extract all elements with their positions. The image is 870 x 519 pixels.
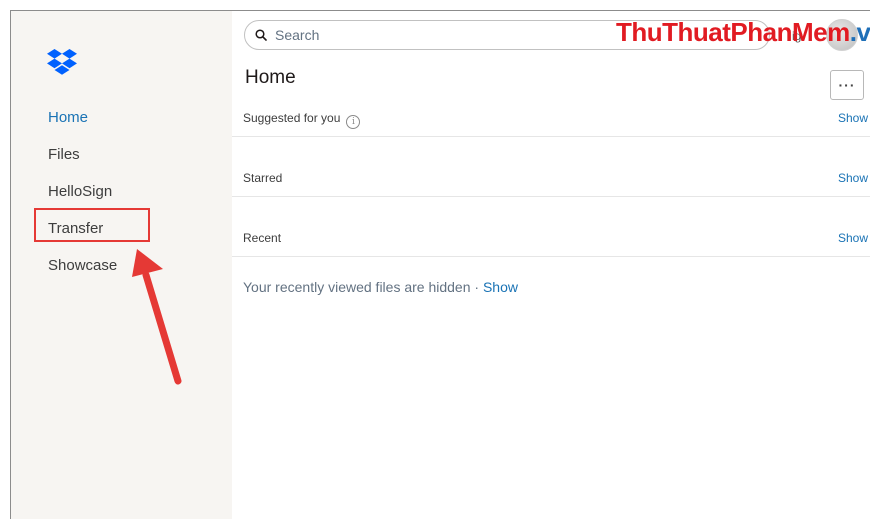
section-suggested-label: Suggested for you i [243,111,361,129]
watermark: ThuThuatPhanMem.vn [616,17,870,47]
sidebar-item-showcase[interactable]: Showcase [48,257,117,274]
more-options-button[interactable]: ··· [830,70,864,100]
recent-hidden-message: Your recently viewed files are hidden · … [243,279,518,295]
recent-files-show-link[interactable]: Show [483,279,518,295]
divider [232,136,870,137]
dropbox-logo-icon[interactable] [47,49,77,75]
info-icon[interactable]: i [346,115,361,129]
suggested-show-link[interactable]: Show [838,111,868,125]
divider [232,256,870,257]
main-content: Search ig ThuThuatPhanMem.vn Home ··· Su… [232,11,870,519]
sidebar: Home Files HelloSign Transfer Showcase [11,11,232,519]
transfer-highlight-box [34,208,150,242]
red-arrow-annotation [132,249,182,385]
sidebar-item-home[interactable]: Home [48,109,88,126]
section-recent-label: Recent [243,231,282,245]
search-placeholder: Search [275,27,320,43]
search-icon [255,29,267,41]
divider [232,196,870,197]
recent-show-link[interactable]: Show [838,231,868,245]
sidebar-item-hellosign[interactable]: HelloSign [48,183,112,200]
section-starred-label: Starred [243,171,283,185]
starred-show-link[interactable]: Show [838,171,868,185]
page-title: Home [245,67,296,88]
sidebar-item-files[interactable]: Files [48,146,80,163]
